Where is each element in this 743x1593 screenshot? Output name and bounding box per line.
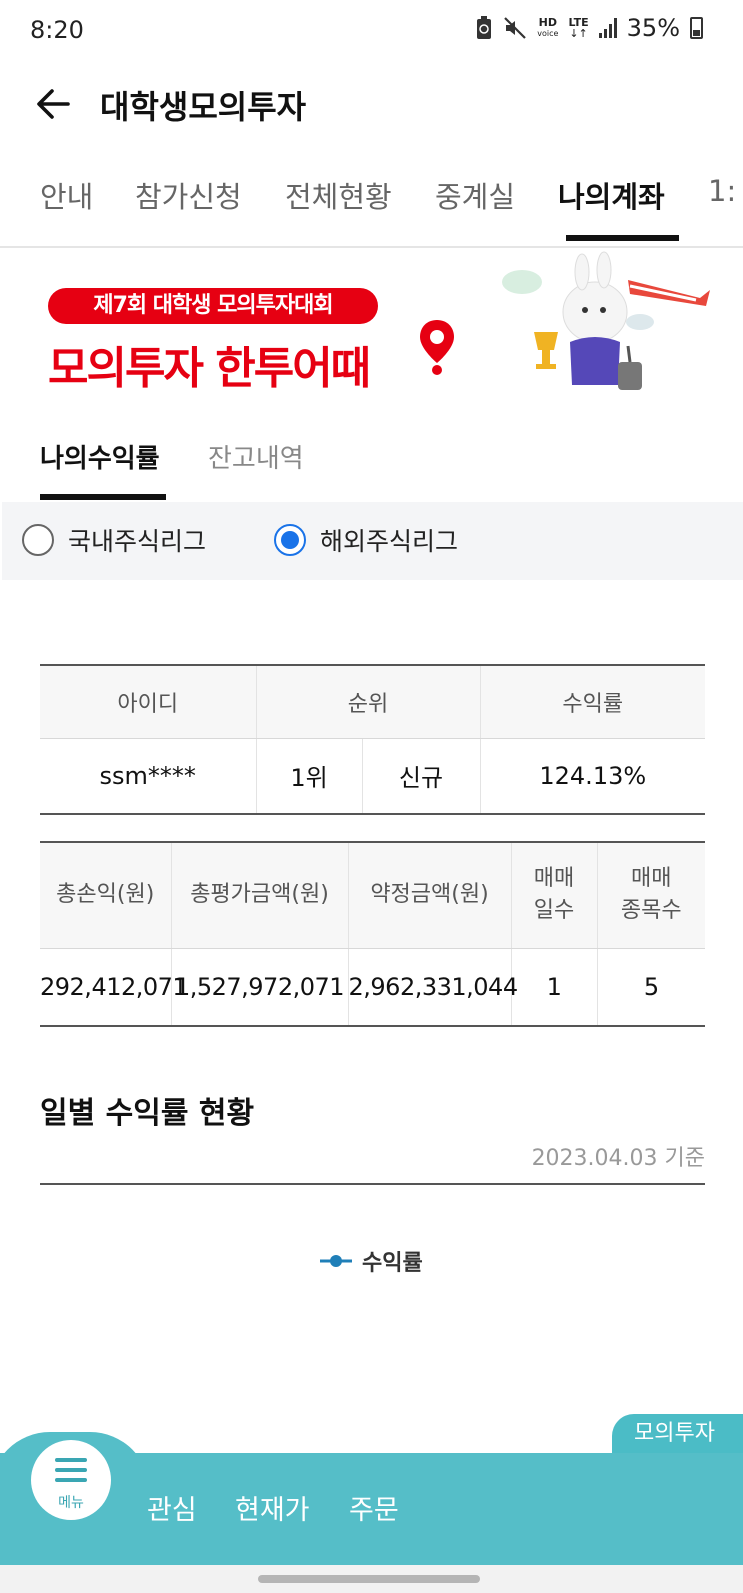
header-trade-items-line2: 종목수 — [620, 898, 682, 924]
tab-apply[interactable]: 참가신청 — [135, 174, 242, 216]
header-id: 아이디 — [40, 665, 257, 739]
sub-tabs: 나의수익률 잔고내역 — [0, 420, 743, 500]
radio-checked-icon[interactable] — [274, 524, 306, 556]
status-bar: 8:20 HD voice LTE ↓↑ 35% — [0, 0, 743, 64]
daily-return-date: 2023.04.03 기준 — [531, 1146, 705, 1171]
header-return: 수익률 — [480, 665, 706, 739]
header-total-eval: 총평가금액(원) — [171, 842, 349, 949]
total-pnl-value: 292,412,071 — [40, 948, 188, 1026]
header-trade-items-line1: 매매 — [631, 866, 672, 892]
signal-icon — [598, 18, 617, 38]
lte-icon: LTE ↓↑ — [568, 16, 589, 40]
legend-label: 수익률 — [362, 1251, 423, 1276]
nav-current-price[interactable]: 현재가 — [235, 1488, 310, 1527]
rank-value: 1위 — [256, 738, 363, 814]
total-eval-value: 1,527,972,071 — [171, 948, 349, 1026]
active-tab-indicator — [566, 235, 679, 241]
nav-order[interactable]: 주문 — [349, 1488, 399, 1527]
section-divider — [40, 1183, 705, 1185]
banner-event-title: 제7회 대학생 모의투자대회 — [48, 288, 378, 324]
mock-investment-tag[interactable]: 모의투자 — [612, 1414, 743, 1454]
header-trade-days-line2: 일수 — [533, 898, 575, 924]
table-row: ssm**** 1위 신규 124.13% — [40, 738, 705, 814]
mute-icon — [504, 17, 527, 39]
banner-slogan: 모의투자 한투어때 — [48, 343, 371, 394]
header-total-pnl: 총손익(원) — [40, 842, 172, 949]
nav-watchlist[interactable]: 관심 — [147, 1488, 197, 1527]
header-trade-days: 매매 일수 — [511, 842, 598, 949]
map-pin-icon — [420, 320, 454, 375]
daily-return-title: 일별 수익률 현황 — [40, 1096, 255, 1131]
tab-my-account[interactable]: 나의계좌 — [558, 174, 665, 216]
radio-overseas-label: 해외주식리그 — [320, 527, 459, 556]
header-trade-days-line1: 매매 — [533, 866, 575, 892]
tab-overall-status[interactable]: 전체현황 — [285, 174, 392, 216]
hd-label: HD — [538, 16, 558, 29]
rank-status: 신규 — [362, 738, 481, 814]
status-time: 8:20 — [30, 16, 84, 44]
contract-amount-value: 2,962,331,044 — [348, 948, 518, 1026]
radio-unchecked-icon[interactable] — [22, 524, 54, 556]
account-summary-table: 총손익(원) 총평가금액(원) 약정금액(원) 매매 일수 매매 종목수 292… — [40, 841, 705, 1027]
rank-table: 아이디 순위 수익률 ssm**** 1위 신규 124.13% — [40, 664, 706, 815]
home-indicator[interactable] — [258, 1575, 480, 1583]
radio-domestic-label: 국내주식리그 — [68, 527, 207, 556]
return-value: 124.13% — [539, 761, 647, 790]
top-tabs: 안내 참가신청 전체현황 중계실 나의계좌 1: — [0, 160, 743, 248]
user-id: ssm**** — [40, 738, 257, 814]
header-contract-amount: 약정금액(원) — [348, 842, 512, 949]
rabbit-mascot-illustration — [502, 251, 710, 390]
recycle-battery-icon — [477, 16, 492, 39]
tab-my-return[interactable]: 나의수익률 — [40, 438, 160, 475]
system-nav-area — [0, 1565, 743, 1593]
menu-button[interactable]: 메뉴 — [31, 1440, 111, 1520]
chart-legend: 수익률 — [320, 1245, 423, 1277]
header-rank: 순위 — [256, 665, 481, 739]
page-title: 대학생모의투자 — [100, 88, 307, 126]
league-selector: 국내주식리그 해외주식리그 — [2, 502, 743, 580]
battery-percent: 35% — [626, 14, 680, 42]
tab-balance[interactable]: 잔고내역 — [208, 438, 304, 475]
hd-voice-icon: HD voice — [537, 17, 558, 39]
menu-label: 메뉴 — [58, 1495, 84, 1511]
status-icons: HD voice LTE ↓↑ 35% — [475, 14, 703, 42]
radio-domestic-league[interactable]: 국내주식리그 — [22, 522, 206, 558]
legend-line-marker-icon — [320, 1255, 352, 1267]
tab-broadcast[interactable]: 중계실 — [435, 174, 515, 216]
header-trade-items: 매매 종목수 — [597, 842, 705, 949]
radio-overseas-league[interactable]: 해외주식리그 — [274, 522, 458, 558]
hamburger-icon — [55, 1458, 87, 1484]
event-banner[interactable]: 제7회 대학생 모의투자대회 모의투자 한투어때 — [0, 250, 743, 410]
voice-label: voice — [537, 29, 559, 38]
app-header: 대학생모의투자 — [0, 70, 743, 140]
tab-one-on-one[interactable]: 1: — [708, 174, 736, 208]
active-subtab-indicator — [40, 494, 166, 500]
back-arrow-icon[interactable] — [34, 84, 74, 124]
trade-items-value: 5 — [643, 972, 659, 1001]
trade-days-value: 1 — [511, 948, 598, 1026]
battery-icon — [690, 17, 703, 39]
tab-guide[interactable]: 안내 — [40, 174, 93, 216]
table-row: 292,412,071 1,527,972,071 2,962,331,044 … — [40, 948, 705, 1026]
